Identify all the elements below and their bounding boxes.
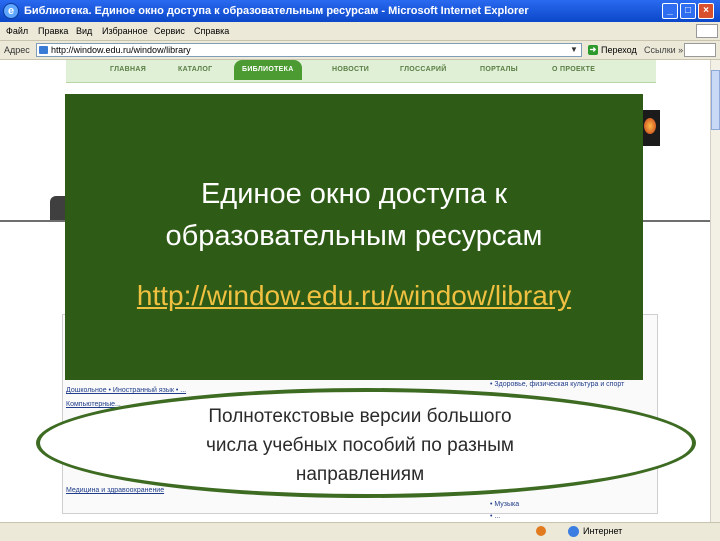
site-logo-image: [640, 110, 660, 146]
close-button[interactable]: ×: [698, 3, 714, 19]
links-button[interactable]: Ссылки »: [644, 41, 683, 59]
menu-item-help[interactable]: Справка: [194, 22, 229, 40]
slide-title: Единое окно доступа к образовательным ре…: [65, 173, 643, 257]
callout-line2: числа учебных пособий по разным: [205, 435, 514, 456]
nav-news[interactable]: НОВОСТИ: [332, 60, 369, 80]
internet-explorer-icon: e: [3, 3, 19, 19]
callout-line1: Полнотекстовые версии большого: [208, 406, 512, 427]
window-titlebar: e Библиотека. Единое окно доступа к обра…: [0, 0, 720, 22]
status-zone: Интернет: [583, 526, 623, 536]
nav-portals[interactable]: ПОРТАЛЫ: [480, 60, 518, 80]
nav-catalog[interactable]: КАТАЛОГ: [178, 60, 212, 80]
status-bar: Интернет: [0, 522, 720, 541]
address-bar: Адрес http://window.edu.ru/window/librar…: [0, 41, 720, 60]
nav-library[interactable]: БИБЛИОТЕКА: [234, 60, 302, 80]
nav-home[interactable]: ГЛАВНАЯ: [110, 60, 146, 80]
internet-globe-icon: [568, 526, 579, 537]
go-arrow-icon[interactable]: ➜: [588, 45, 598, 55]
toolbar-search-box[interactable]: [684, 43, 716, 57]
address-label: Адрес: [4, 45, 30, 55]
catalog-link-right1[interactable]: • Здоровье, физическая культура и спорт: [490, 380, 624, 390]
vertical-scrollbar[interactable]: [710, 60, 720, 522]
menu-item-view[interactable]: Вид: [76, 22, 92, 40]
menu-item-tools[interactable]: Сервис: [154, 22, 185, 40]
scrollbar-thumb[interactable]: [711, 70, 720, 130]
site-navigation: ГЛАВНАЯ КАТАЛОГ БИБЛИОТЕКА НОВОСТИ ГЛОСС…: [66, 60, 656, 83]
maximize-button[interactable]: □: [680, 3, 696, 19]
slide-title-line2: образовательным ресурсам: [165, 220, 543, 252]
nav-glossary[interactable]: ГЛОССАРИЙ: [400, 60, 447, 80]
catalog-link-right3[interactable]: • ...: [490, 512, 500, 522]
address-url: http://window.edu.ru/window/library: [51, 45, 191, 55]
slide-green-panel: Единое окно доступа к образовательным ре…: [65, 94, 643, 380]
slide-url-link[interactable]: http://window.edu.ru/window/library: [65, 278, 643, 314]
callout-text: Полнотекстовые версии большого числа уче…: [110, 402, 610, 489]
window-title: Библиотека. Единое окно доступа к образо…: [24, 5, 529, 17]
catalog-link-right2[interactable]: • Музыка: [490, 500, 519, 510]
minimize-button[interactable]: _: [662, 3, 678, 19]
catalog-link-row1[interactable]: Дошкольное • Иностранный язык • ...: [66, 386, 186, 396]
windows-flag-icon: [696, 24, 718, 38]
nav-about[interactable]: О ПРОЕКТЕ: [552, 60, 595, 80]
menu-item-favorites[interactable]: Избранное: [102, 22, 148, 40]
slide-title-line1: Единое окно доступа к: [200, 178, 508, 210]
go-button[interactable]: Переход: [601, 41, 637, 59]
address-input[interactable]: http://window.edu.ru/window/library: [36, 43, 582, 57]
address-dropdown-icon[interactable]: ▼: [568, 44, 580, 56]
menu-bar: Файл Правка Вид Избранное Сервис Справка: [0, 22, 720, 41]
security-zone-icon: [536, 526, 546, 536]
callout-line3: направлениям: [295, 464, 425, 485]
menu-item-file[interactable]: Файл: [6, 22, 28, 40]
menu-item-edit[interactable]: Правка: [38, 22, 68, 40]
page-icon: [39, 46, 48, 54]
